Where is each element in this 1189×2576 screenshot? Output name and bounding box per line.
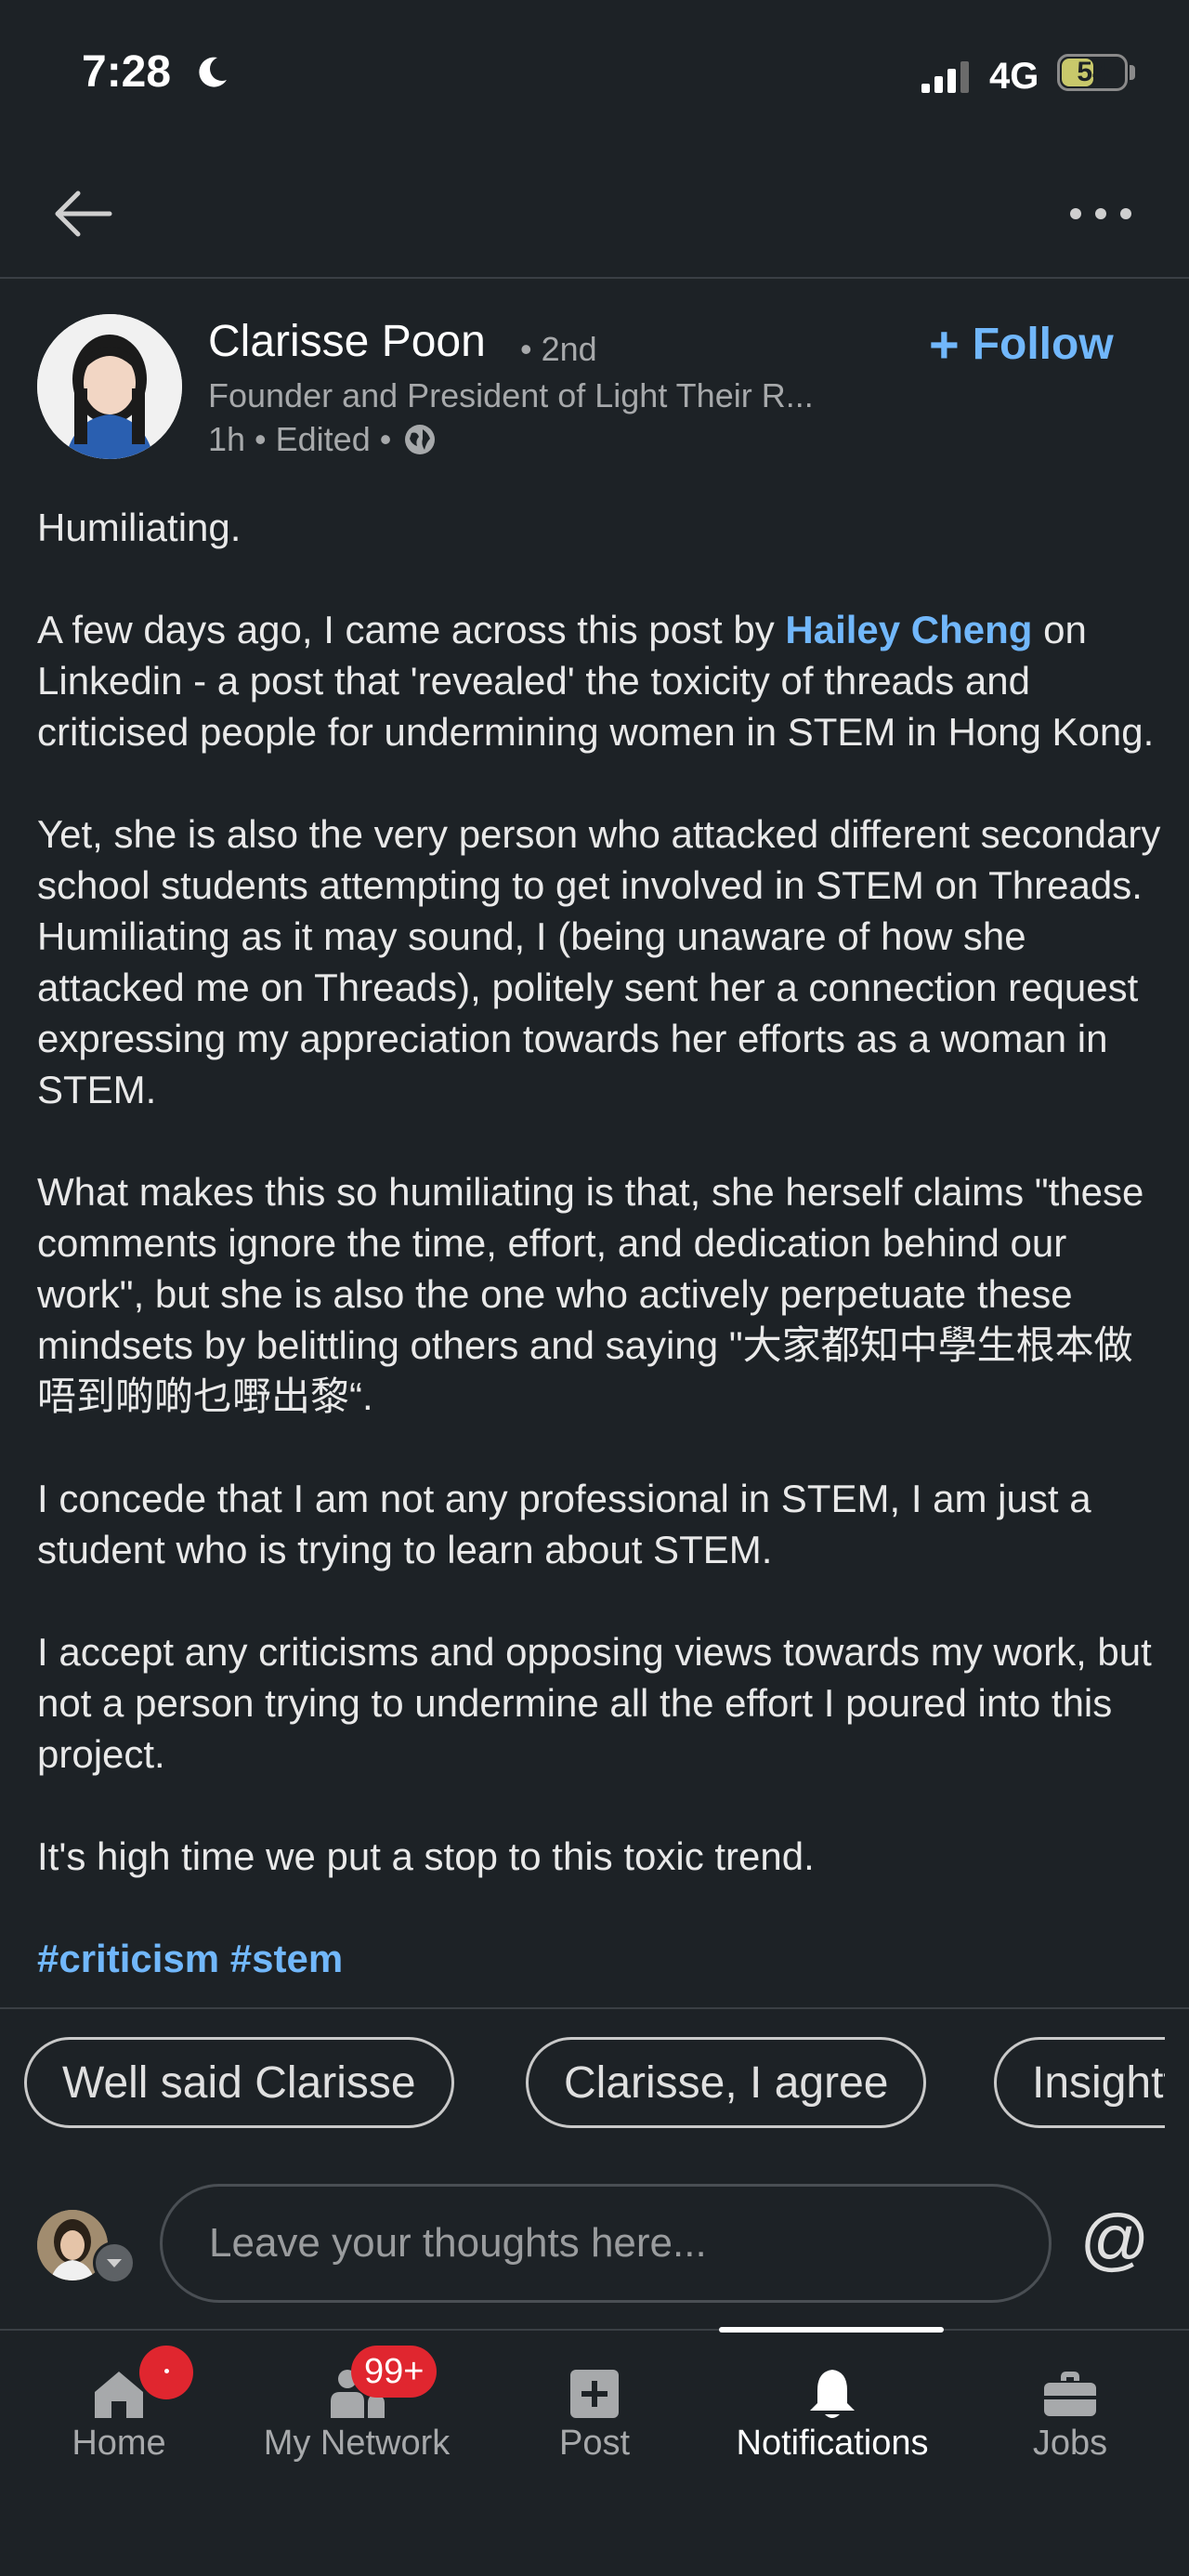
- more-options-icon[interactable]: [1059, 186, 1143, 242]
- post-body: Humiliating. A few days ago, I came acro…: [37, 502, 1161, 2007]
- post-time: 1h • Edited •: [208, 420, 392, 458]
- post-paragraph: A few days ago, I came across this post …: [37, 604, 1161, 757]
- notification-dot: [139, 2346, 193, 2399]
- post-paragraph: Humiliating.: [37, 506, 242, 549]
- post-icon: [570, 2370, 619, 2418]
- follow-button[interactable]: + Follow: [929, 314, 1143, 374]
- comment-input[interactable]: [160, 2184, 1052, 2303]
- moon-icon: [199, 57, 227, 87]
- post-meta: 1h • Edited •: [208, 420, 438, 459]
- plus-icon: +: [929, 314, 960, 374]
- nav-jobs[interactable]: Jobs: [951, 2331, 1189, 2479]
- nav-label: Notifications: [736, 2424, 929, 2463]
- nav-post[interactable]: Post: [476, 2331, 713, 2479]
- post-paragraph: I accept any criticisms and opposing vie…: [37, 1630, 1152, 1776]
- nav-label: Post: [558, 2424, 631, 2463]
- nav-notifications[interactable]: Notifications: [713, 2331, 951, 2479]
- follow-label: Follow: [972, 319, 1114, 369]
- nav-my-network[interactable]: 99+ My Network: [238, 2331, 476, 2479]
- hashtags[interactable]: #criticism #stem: [37, 1933, 1161, 1984]
- author-photo: [37, 314, 182, 459]
- active-tab-indicator: [719, 2327, 944, 2333]
- mention-at-icon[interactable]: @: [1078, 2202, 1152, 2277]
- post-paragraph: Yet, she is also the very person who att…: [37, 812, 1161, 1111]
- mention-link[interactable]: Hailey Cheng: [785, 608, 1032, 651]
- author-name[interactable]: Clarisse Poon: [208, 316, 486, 367]
- bell-icon: [810, 2370, 855, 2418]
- post-text: A few days ago, I came across this post …: [37, 608, 786, 651]
- status-bar: 7:28 4G 54: [0, 0, 1189, 149]
- suggested-replies: Well said Clarisse Clarisse, I agree Ins…: [24, 2037, 1165, 2136]
- chevron-down-icon[interactable]: [93, 2241, 136, 2284]
- nav-label: Home: [72, 2424, 166, 2463]
- network-badge: 99+: [351, 2346, 438, 2398]
- post-paragraph: It's high time we put a stop to this tox…: [37, 1834, 815, 1878]
- suggestion-chip[interactable]: Insightful: [994, 2037, 1165, 2128]
- top-navigation: [0, 149, 1189, 279]
- battery-percent: 54: [1077, 57, 1108, 87]
- bottom-navigation: Home 99+ My Network Post Notifications J…: [0, 2329, 1189, 2576]
- nav-label: My Network: [263, 2424, 451, 2463]
- network-type: 4G: [989, 56, 1039, 97]
- connection-degree: • 2nd: [520, 330, 597, 368]
- nav-label: Jobs: [1032, 2424, 1108, 2463]
- divider: [0, 2007, 1189, 2009]
- nav-home[interactable]: Home: [0, 2331, 238, 2479]
- briefcase-icon: [1044, 2372, 1096, 2416]
- suggestion-chip[interactable]: Well said Clarisse: [24, 2037, 454, 2128]
- suggestion-chip[interactable]: Clarisse, I agree: [526, 2037, 927, 2128]
- clock: 7:28: [82, 47, 172, 97]
- back-arrow-icon[interactable]: [46, 177, 121, 251]
- battery-nub: [1130, 65, 1135, 80]
- globe-icon: [405, 425, 436, 454]
- author-headline: Founder and President of Light Their R..…: [208, 376, 814, 414]
- post-paragraph: What makes this so humiliating is that, …: [37, 1170, 1144, 1418]
- signal-icon: [921, 61, 969, 93]
- battery-icon: 54: [1057, 54, 1128, 91]
- author-avatar[interactable]: [37, 314, 182, 459]
- post-paragraph: I concede that I am not any professional…: [37, 1477, 1091, 1571]
